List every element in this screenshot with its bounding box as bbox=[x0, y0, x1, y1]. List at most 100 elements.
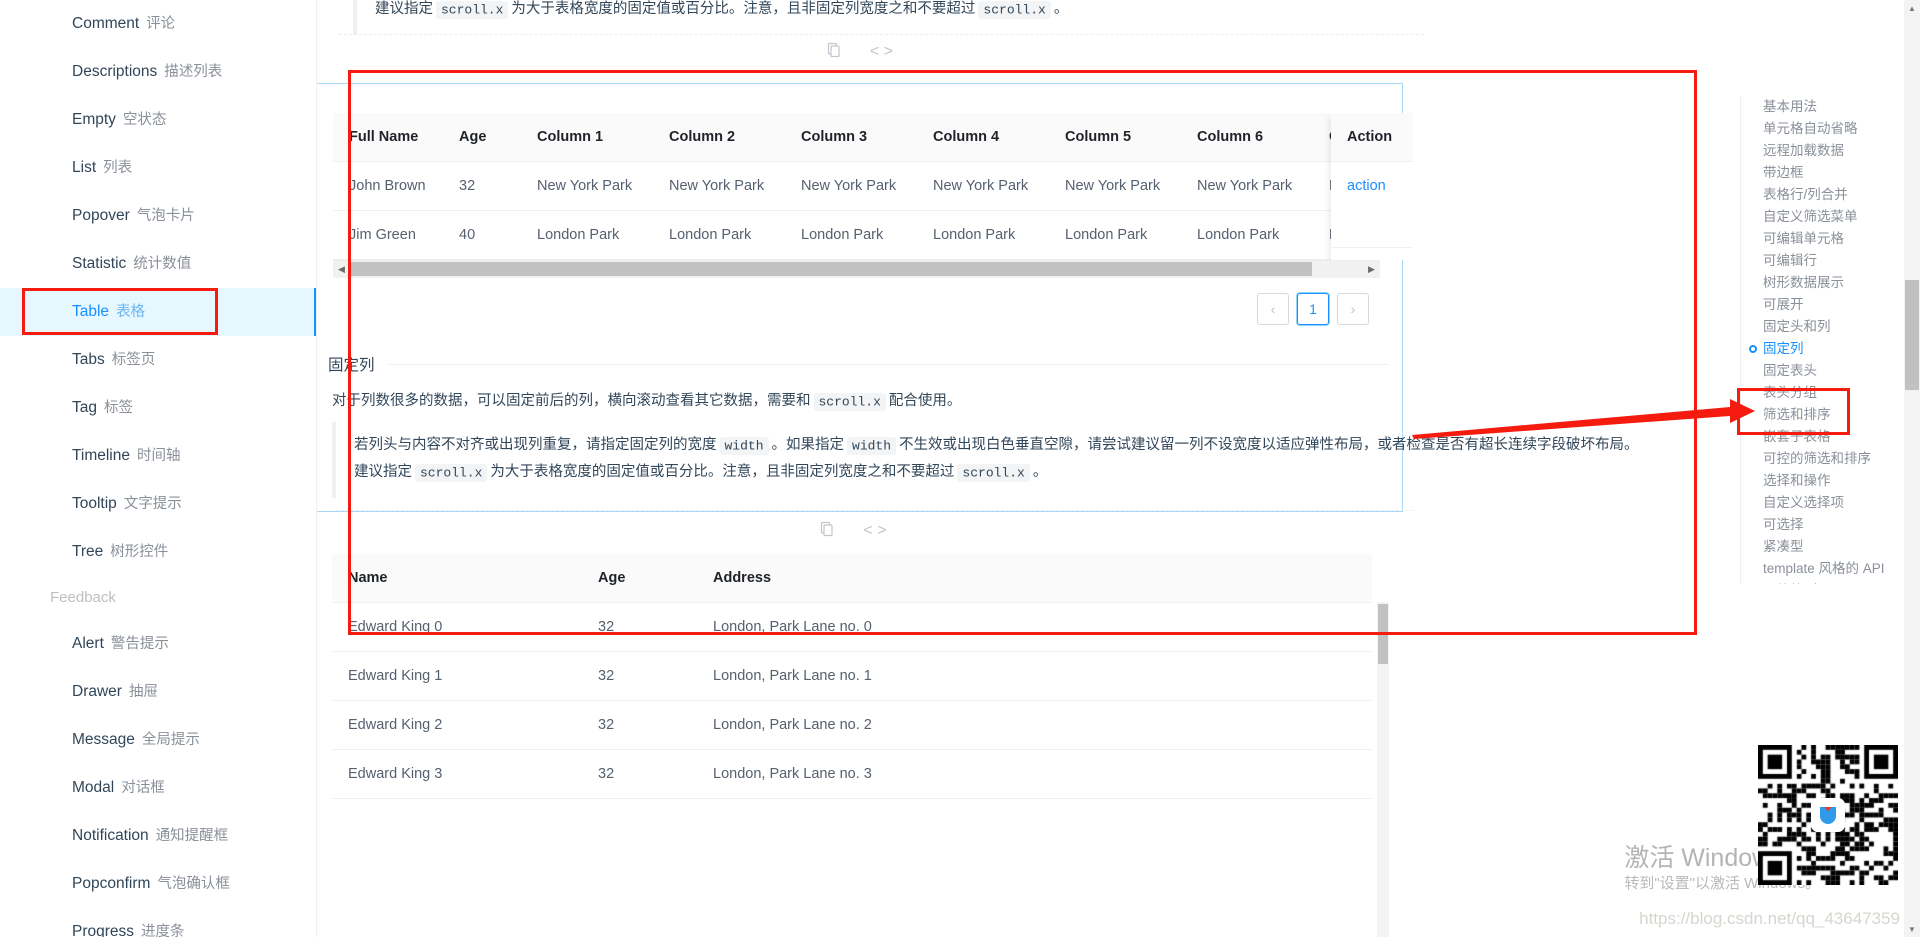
anchor-item-16[interactable]: 可控的筛选和排序 bbox=[1741, 448, 1904, 470]
table-row: Edward King 1 32 London, Park Lane no. 1 bbox=[332, 651, 1372, 701]
action-link[interactable]: action bbox=[1347, 178, 1386, 194]
qr-logo-icon bbox=[1811, 798, 1845, 832]
anchor-item-15[interactable]: 嵌套子表格 bbox=[1741, 426, 1904, 448]
column-header-1[interactable]: Age bbox=[443, 113, 521, 162]
anchor-item-9[interactable]: 可展开 bbox=[1741, 294, 1904, 316]
page-scroll-down-icon[interactable]: ▼ bbox=[1904, 921, 1920, 937]
anchor-item-5[interactable]: 自定义筛选菜单 bbox=[1741, 206, 1904, 228]
table-row: Jim Green 40 London Park London Park London … bbox=[333, 210, 1413, 260]
table-cell: 32 bbox=[582, 651, 697, 701]
column-header-4[interactable]: Column 3 bbox=[785, 113, 917, 162]
pagination-next[interactable]: › bbox=[1337, 293, 1369, 325]
page-scroll-thumb[interactable] bbox=[1905, 280, 1919, 390]
sidebar-item-progress[interactable]: Progress 进度条 bbox=[0, 908, 316, 937]
bottom-table-vscroll-thumb[interactable] bbox=[1378, 604, 1388, 664]
column-header-0[interactable]: Full Name bbox=[333, 113, 443, 162]
anchor-item-13[interactable]: 表头分组 bbox=[1741, 382, 1904, 404]
anchor-item-label: 树形数据展示 bbox=[1763, 275, 1844, 290]
sidebar-item-message[interactable]: Message 全局提示 bbox=[0, 716, 316, 764]
anchor-item-label: 可编辑行 bbox=[1763, 253, 1817, 268]
sidebar-item-label: Message bbox=[72, 731, 135, 748]
table-cell: New York Park bbox=[521, 161, 653, 211]
sidebar-item-tag[interactable]: Tag 标签 bbox=[0, 384, 316, 432]
sidebar-item-descriptions[interactable]: Descriptions 描述列表 bbox=[0, 48, 316, 96]
sidebar-item-comment[interactable]: Comment 评论 bbox=[0, 0, 316, 48]
anchor-item-0[interactable]: 基本用法 bbox=[1741, 96, 1904, 118]
note1-b: 。如果指定 bbox=[771, 437, 845, 453]
note1-c: 不生效或出现白色垂直空隙，请尝试建议留一列不设宽度以适应弹性布局，或者检查是否有… bbox=[899, 437, 1639, 453]
bottom-table-vscrollbar[interactable] bbox=[1377, 602, 1389, 937]
sidebar-item-label: Progress bbox=[72, 923, 135, 937]
note2-code-1: scroll.x bbox=[415, 463, 488, 482]
anchor-item-21[interactable]: template 风格的 API bbox=[1741, 558, 1904, 580]
sidebar-item-label: Tooltip bbox=[72, 495, 117, 512]
sidebar-item-tooltip[interactable]: Tooltip 文字提示 bbox=[0, 480, 316, 528]
sidebar-item-empty[interactable]: Empty 空状态 bbox=[0, 96, 316, 144]
scroll-right-button[interactable]: ▶ bbox=[1363, 260, 1380, 278]
sidebar-item-tree[interactable]: Tree 树形控件 bbox=[0, 528, 316, 576]
sidebar-item-label-cn: 标签页 bbox=[111, 352, 156, 368]
column-header-1[interactable]: Age bbox=[582, 554, 697, 603]
table-cell: New York Park bbox=[785, 161, 917, 211]
sidebar-item-tabs[interactable]: Tabs 标签页 bbox=[0, 336, 316, 384]
column-header-7[interactable]: Column 6 bbox=[1181, 113, 1313, 162]
anchor-item-8[interactable]: 树形数据展示 bbox=[1741, 272, 1904, 294]
anchor-item-4[interactable]: 表格行/列合并 bbox=[1741, 184, 1904, 206]
scroll-thumb[interactable] bbox=[350, 261, 1313, 276]
sidebar-item-alert[interactable]: Alert 警告提示 bbox=[0, 620, 316, 668]
anchor-item-10[interactable]: 固定头和列 bbox=[1741, 316, 1904, 338]
anchor-item-7[interactable]: 可编辑行 bbox=[1741, 250, 1904, 272]
column-header-3[interactable]: Column 2 bbox=[653, 113, 785, 162]
anchor-item-22[interactable]: 可伸缩列 bbox=[1741, 580, 1904, 584]
anchor-item-19[interactable]: 可选择 bbox=[1741, 514, 1904, 536]
anchor-item-1[interactable]: 单元格自动省略 bbox=[1741, 118, 1904, 140]
table-cell: John Brown bbox=[333, 161, 443, 211]
anchor-item-6[interactable]: 可编辑单元格 bbox=[1741, 228, 1904, 250]
column-header-2[interactable]: Address bbox=[697, 554, 1372, 603]
demo-actions-bottom: < > bbox=[317, 511, 1392, 551]
sidebar-item-notification[interactable]: Notification 通知提醒框 bbox=[0, 812, 316, 860]
sidebar-item-popconfirm[interactable]: Popconfirm 气泡确认框 bbox=[0, 860, 316, 908]
sidebar-item-drawer[interactable]: Drawer 抽屉 bbox=[0, 668, 316, 716]
code-icon[interactable]: < > bbox=[863, 522, 886, 540]
anchor-item-label: 可伸缩列 bbox=[1763, 583, 1817, 584]
column-header-5[interactable]: Column 4 bbox=[917, 113, 1049, 162]
page-scroll-up-icon[interactable]: ▲ bbox=[1904, 0, 1920, 16]
sidebar-item-label-cn: 通知提醒框 bbox=[155, 828, 229, 844]
table-horizontal-scrollbar[interactable]: ◀ ▶ bbox=[333, 260, 1380, 278]
anchor-item-label: 基本用法 bbox=[1763, 99, 1817, 114]
page-scrollbar[interactable]: ▲ ▼ bbox=[1904, 0, 1920, 937]
scroll-left-button[interactable]: ◀ bbox=[333, 260, 350, 278]
pagination-prev[interactable]: ‹ bbox=[1257, 293, 1289, 325]
code-icon[interactable]: < > bbox=[870, 43, 893, 61]
anchor-item-3[interactable]: 带边框 bbox=[1741, 162, 1904, 184]
sidebar-item-list[interactable]: List 列表 bbox=[0, 144, 316, 192]
anchor-item-17[interactable]: 选择和操作 bbox=[1741, 470, 1904, 492]
pagination-page-1[interactable]: 1 bbox=[1297, 293, 1329, 325]
sidebar-item-popover[interactable]: Popover 气泡卡片 bbox=[0, 192, 316, 240]
table-header-row: Full Name Age Column 1 Column 2 Column 3 Colu… bbox=[333, 113, 1413, 162]
section-description: 对于列数很多的数据，可以固定前后的列，横向滚动查看其它数据，需要和 scroll.… bbox=[317, 375, 1402, 411]
sidebar-item-table[interactable]: Table 表格 bbox=[0, 288, 316, 336]
table-cell: London, Park Lane no. 0 bbox=[697, 602, 1372, 652]
sidebar-item-label: Tree bbox=[72, 543, 104, 560]
anchor-item-14[interactable]: 筛选和排序 bbox=[1741, 404, 1904, 426]
sidebar-item-modal[interactable]: Modal 对话框 bbox=[0, 764, 316, 812]
fixed-action-header[interactable]: Action bbox=[1331, 113, 1413, 162]
column-header-6[interactable]: Column 5 bbox=[1049, 113, 1181, 162]
sidebar-item-label-cn: 空状态 bbox=[122, 112, 167, 128]
scroll-track[interactable] bbox=[350, 260, 1363, 278]
anchor-item-20[interactable]: 紧凑型 bbox=[1741, 536, 1904, 558]
copy-icon[interactable] bbox=[819, 521, 835, 542]
sidebar-item-statistic[interactable]: Statistic 统计数值 bbox=[0, 240, 316, 288]
column-header-0[interactable]: Name bbox=[332, 554, 582, 603]
section-note-line-1: 若列头与内容不对齐或出现列重复，请指定固定列的宽度 width 。如果指定 width… bbox=[354, 432, 1639, 459]
column-header-2[interactable]: Column 1 bbox=[521, 113, 653, 162]
anchor-item-12[interactable]: 固定表头 bbox=[1741, 360, 1904, 382]
anchor-item-18[interactable]: 自定义选择项 bbox=[1741, 492, 1904, 514]
table-cell: 32 bbox=[443, 161, 521, 211]
anchor-item-2[interactable]: 远程加载数据 bbox=[1741, 140, 1904, 162]
sidebar-item-timeline[interactable]: Timeline 时间轴 bbox=[0, 432, 316, 480]
copy-icon[interactable] bbox=[826, 42, 842, 63]
anchor-item-11[interactable]: 固定列 bbox=[1741, 338, 1904, 360]
